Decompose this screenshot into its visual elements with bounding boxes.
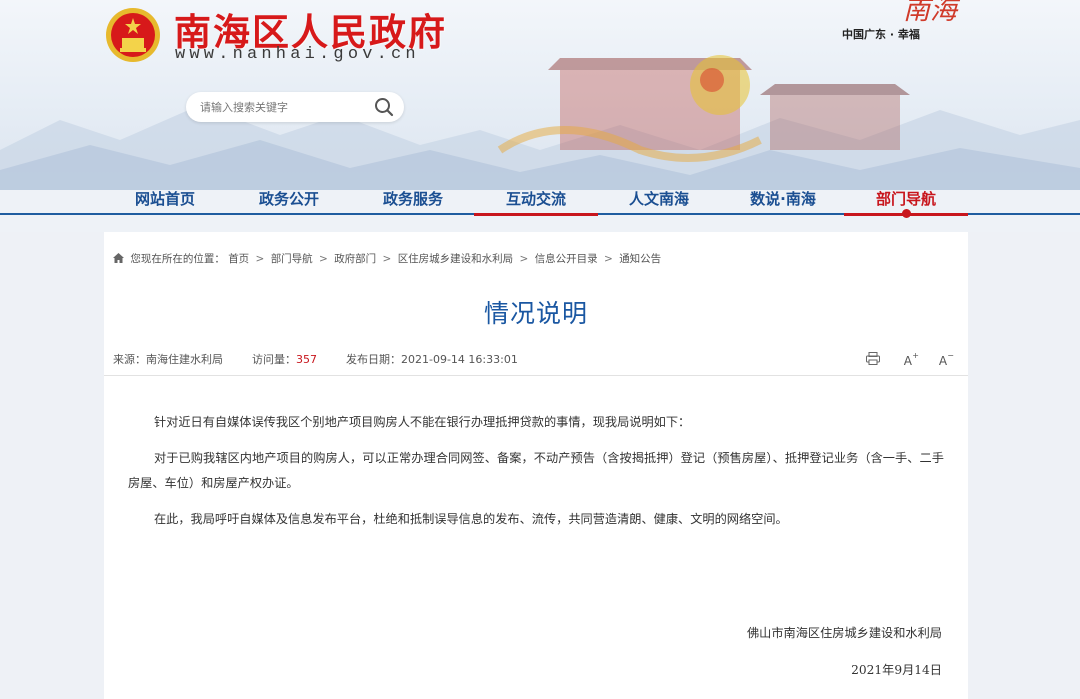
print-button[interactable] [864,352,882,368]
search-input[interactable] [200,98,370,116]
breadcrumb-separator: > [319,253,328,265]
signature-date: 2021年9月14日 [851,663,942,677]
breadcrumb-item-info-catalog[interactable]: 信息公开目录 [535,253,598,265]
views-label: 访问量： [252,353,296,366]
nav-active-marker [474,213,598,216]
print-icon [865,352,880,365]
breadcrumb-item-home[interactable]: 首页 [228,253,249,265]
publish-date: 2021-09-14 16:33:01 [401,353,518,366]
minus-sign: − [947,351,954,360]
nav-item-government-services[interactable]: 政务服务 [351,188,475,209]
views-count: 357 [296,353,317,366]
home-icon [113,253,124,263]
site-url: www.nanhai.gov.cn [175,45,420,64]
meta-divider [104,375,968,376]
site-header: 南海区人民政府 www.nanhai.gov.cn 中国广东 · 幸福 南海 网… [0,0,1080,232]
source-label: 来源： [113,353,146,366]
breadcrumb-prefix: 您现在所在的位置： [130,253,225,265]
national-emblem-icon [106,8,160,62]
nav-item-culture[interactable]: 人文南海 [597,188,721,209]
article-body: 针对近日有自媒体误传我区个别地产项目购房人不能在银行办理抵押贷款的事情，现我局说… [128,410,944,543]
font-increase-button[interactable]: A + [899,351,919,370]
breadcrumb-separator: > [382,253,392,265]
breadcrumb-separator: > [255,253,265,265]
breadcrumb-item-government-departments[interactable]: 政府部门 [334,253,376,265]
nav-dot-indicator [902,209,911,218]
source-value: 南海住建水利局 [146,353,223,366]
nav-item-data[interactable]: 数说·南海 [721,188,845,209]
nav-item-home[interactable]: 网站首页 [103,188,227,209]
font-increase-label: A [903,354,913,368]
article-paragraph: 在此，我局呼吁自媒体及信息发布平台，杜绝和抵制误导信息的发布、流传，共同营造清朗… [154,512,788,526]
nav-item-department-nav[interactable]: 部门导航 [844,188,968,209]
breadcrumb-item-housing-bureau[interactable]: 区住房城乡建设和水利局 [398,253,514,265]
article-paragraph: 针对近日有自媒体误传我区个别地产项目购房人不能在银行办理抵押贷款的事情，现我局说… [154,415,691,429]
main-navigation: 网站首页 政务公开 政务服务 互动交流 人文南海 数说·南海 部门导航 [0,180,1080,218]
font-decrease-label: A [938,354,948,368]
article-meta: 来源：南海住建水利局 访问量：357 发布日期：2021-09-14 16:33… [113,351,518,367]
publish-date-label: 发布日期： [346,353,401,366]
nav-item-interaction[interactable]: 互动交流 [474,188,598,209]
article-card: 您现在所在的位置： 首页 > 部门导航 > 政府部门 > 区住房城乡建设和水利局… [104,232,968,699]
signature-organization: 佛山市南海区住房城乡建设和水利局 [747,626,942,640]
breadcrumb: 您现在所在的位置： 首页 > 部门导航 > 政府部门 > 区住房城乡建设和水利局… [113,251,661,266]
search-icon[interactable] [374,97,394,117]
nav-item-government-affairs[interactable]: 政务公开 [227,188,351,209]
article-tools: A + A − [852,350,954,370]
plus-sign: + [912,351,919,360]
search-box [186,92,404,122]
breadcrumb-item-notices[interactable]: 通知公告 [619,253,661,265]
breadcrumb-item-department-nav[interactable]: 部门导航 [271,253,313,265]
region-calligraphy: 南海 [903,0,957,26]
article-paragraph: 对于已购我辖区内地产项目的购房人，可以正常办理合同网签、备案，不动产预告（含按揭… [128,451,944,490]
breadcrumb-separator: > [604,253,613,265]
region-slogan: 中国广东 · 幸福 [842,28,920,41]
font-decrease-button[interactable]: A − [934,351,954,370]
breadcrumb-separator: > [519,253,529,265]
article-title: 情况说明 [483,299,588,328]
